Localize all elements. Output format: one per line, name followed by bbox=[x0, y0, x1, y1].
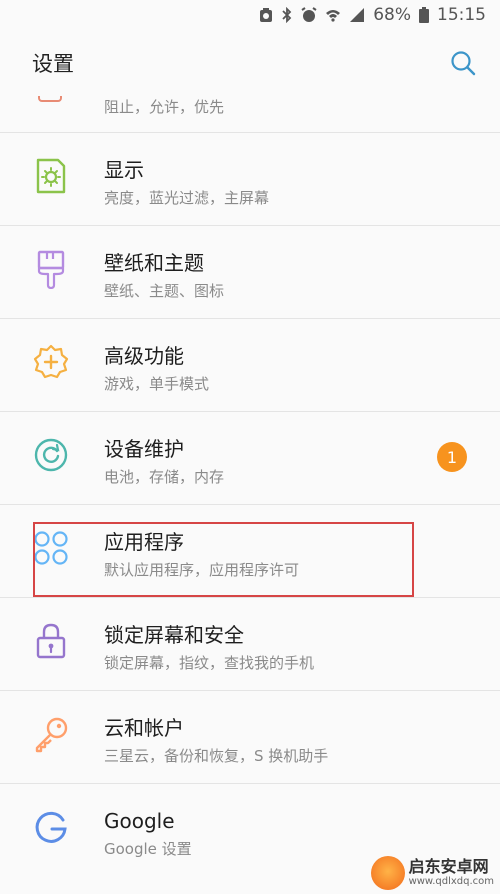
list-item-label: 应用程序 bbox=[104, 530, 184, 554]
watermark: 启东安卓网 www.qdlxdq.com bbox=[370, 856, 494, 890]
list-item-desc: 阻止，允许，优先 bbox=[104, 98, 225, 116]
paintbrush-icon bbox=[30, 248, 72, 290]
list-item-desc: Google 设置 bbox=[104, 840, 192, 858]
search-icon[interactable] bbox=[450, 50, 476, 76]
list-item-notifications-partial[interactable]: 阻止，允许，优先 bbox=[0, 96, 500, 132]
list-item-label: Google bbox=[104, 809, 175, 833]
battery-percent: 68% bbox=[373, 5, 411, 25]
list-item-desc: 锁定屏幕，指纹，查找我的手机 bbox=[104, 654, 315, 672]
list-item-label: 显示 bbox=[104, 158, 144, 182]
list-item-desc: 壁纸、主题、图标 bbox=[104, 282, 225, 300]
key-icon bbox=[30, 713, 72, 755]
bluetooth-icon bbox=[282, 7, 292, 23]
list-item-wallpaper-themes[interactable]: 壁纸和主题 壁纸、主题、图标 bbox=[0, 225, 500, 318]
google-icon bbox=[30, 806, 72, 848]
list-item-desc: 亮度，蓝光过滤，主屏幕 bbox=[104, 189, 270, 207]
watermark-url: www.qdlxdq.com bbox=[408, 876, 494, 887]
list-item-label: 设备维护 bbox=[104, 437, 184, 461]
list-item-label: 锁定屏幕和安全 bbox=[104, 623, 244, 647]
list-item-desc: 游戏，单手模式 bbox=[104, 375, 210, 393]
display-icon bbox=[30, 155, 72, 197]
list-item-apps[interactable]: 应用程序 默认应用程序，应用程序许可 bbox=[0, 504, 500, 597]
screenshot-notification-icon bbox=[260, 8, 273, 22]
battery-icon bbox=[419, 7, 429, 23]
notification-badge: 1 bbox=[437, 442, 467, 472]
list-item-desc: 三星云，备份和恢复，S 换机助手 bbox=[104, 747, 329, 765]
list-item-desc: 默认应用程序，应用程序许可 bbox=[104, 561, 300, 579]
list-item-lock-screen-security[interactable]: 锁定屏幕和安全 锁定屏幕，指纹，查找我的手机 bbox=[0, 597, 500, 690]
clock: 15:15 bbox=[437, 5, 486, 25]
list-item-label: 云和帐户 bbox=[104, 716, 184, 740]
list-item-label: 高级功能 bbox=[104, 344, 184, 368]
wifi-icon bbox=[326, 10, 341, 22]
settings-list: 阻止，允许，优先 显示 亮度，蓝光过滤，主屏幕 壁纸和主题 壁纸、主题、图标 高… bbox=[0, 96, 500, 876]
list-item-label: 壁纸和主题 bbox=[104, 251, 204, 275]
app-bar: 设置 bbox=[0, 30, 500, 96]
page-title: 设置 bbox=[32, 52, 74, 76]
list-item-advanced-features[interactable]: 高级功能 游戏，单手模式 bbox=[0, 318, 500, 411]
lock-icon bbox=[30, 620, 72, 662]
signal-icon bbox=[350, 8, 365, 22]
list-item-cloud-accounts[interactable]: 云和帐户 三星云，备份和恢复，S 换机助手 bbox=[0, 690, 500, 783]
alarm-icon bbox=[301, 7, 317, 22]
list-item-device-maintenance[interactable]: 设备维护 电池，存储，内存 1 bbox=[0, 411, 500, 504]
status-bar: 68% 15:15 bbox=[0, 0, 500, 30]
gear-plus-icon bbox=[30, 341, 72, 383]
watermark-logo bbox=[370, 856, 405, 890]
apps-icon bbox=[30, 527, 72, 569]
list-item-display[interactable]: 显示 亮度，蓝光过滤，主屏幕 bbox=[0, 132, 500, 225]
watermark-title: 启东安卓网 bbox=[408, 857, 489, 876]
refresh-icon bbox=[30, 434, 72, 476]
list-item-desc: 电池，存储，内存 bbox=[104, 468, 225, 486]
notification-icon bbox=[38, 96, 62, 102]
